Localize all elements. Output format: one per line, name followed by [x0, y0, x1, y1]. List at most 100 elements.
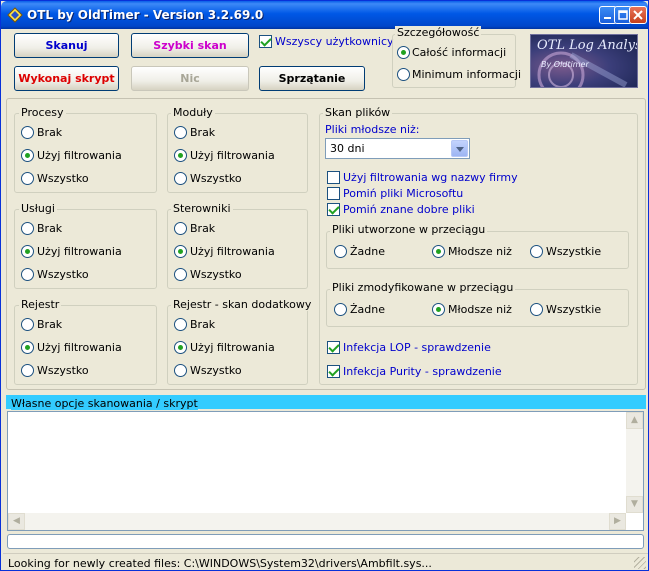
company-filter-label: Użyj filtrowania wg nazwy firmy [343, 171, 518, 184]
purity-check-label: Infekcja Purity - sprawdzenie [343, 365, 502, 378]
registry-none-label: Brak [37, 318, 63, 331]
logo-title: OTL Log Analysis [537, 38, 637, 53]
created-none-label: Żadne [350, 245, 385, 258]
modules-none-radio[interactable] [174, 126, 187, 139]
registry-extra-none-radio[interactable] [174, 318, 187, 331]
lop-check-checkbox[interactable] [327, 341, 340, 354]
modified-all-label: Wszystkie [546, 303, 602, 316]
created-younger-radio[interactable] [432, 245, 445, 258]
processes-filter-radio[interactable] [21, 149, 34, 162]
modules-title: Moduły [171, 106, 215, 119]
drivers-all-label: Wszystko [190, 268, 242, 281]
drivers-all-radio[interactable] [174, 268, 187, 281]
services-filter-radio[interactable] [21, 245, 34, 258]
registry-extra-filter-label: Użyj filtrowania [190, 341, 275, 354]
registry-extra-filter-radio[interactable] [174, 341, 187, 354]
skip-known-good-checkbox[interactable] [327, 203, 340, 216]
scroll-up-icon[interactable]: ▲ [626, 412, 643, 429]
modified-all-radio[interactable] [530, 303, 543, 316]
created-none-radio[interactable] [334, 245, 347, 258]
processes-title: Procesy [19, 106, 66, 119]
skip-microsoft-label: Pomiń pliki Microsoftu [343, 187, 464, 200]
processes-all-label: Wszystko [37, 172, 89, 185]
company-filter-checkbox[interactable] [327, 171, 340, 184]
detail-minimum-label: Minimum informacji [412, 68, 522, 81]
modified-none-radio[interactable] [334, 303, 347, 316]
registry-all-label: Wszystko [37, 364, 89, 377]
processes-none-radio[interactable] [21, 126, 34, 139]
window-title: OTL by OldTimer - Version 3.2.69.0 [27, 8, 264, 22]
skip-microsoft-checkbox[interactable] [327, 187, 340, 200]
title-bar: OTL by OldTimer - Version 3.2.69.0 [1, 1, 648, 29]
chevron-down-icon[interactable] [451, 140, 468, 157]
modified-younger-radio[interactable] [432, 303, 445, 316]
scroll-left-icon[interactable]: ◀ [8, 513, 25, 530]
logo-subtitle: By Oldtimer [541, 60, 589, 69]
detail-full-radio[interactable] [397, 46, 410, 59]
services-title: Usługi [19, 202, 57, 215]
quick-scan-button[interactable]: Szybki skan [131, 33, 249, 58]
modules-filter-radio[interactable] [174, 149, 187, 162]
modified-title: Pliki zmodyfikowane w przeciągu [330, 281, 516, 294]
purity-check-checkbox[interactable] [327, 365, 340, 378]
modules-filter-label: Użyj filtrowania [190, 149, 275, 162]
custom-scan-textarea[interactable]: ▲ ▼ ◀ ▶ [7, 411, 644, 531]
created-younger-label: Młodsze niż [448, 245, 512, 258]
modules-all-radio[interactable] [174, 172, 187, 185]
nothing-button[interactable]: Nic [131, 66, 249, 91]
services-all-radio[interactable] [21, 268, 34, 281]
detail-minimum-radio[interactable] [397, 68, 410, 81]
modified-none-label: Żadne [350, 303, 385, 316]
main-window: OTL by OldTimer - Version 3.2.69.0 Skanu… [0, 0, 649, 571]
younger-than-value: 30 dni [330, 142, 365, 155]
processes-all-radio[interactable] [21, 172, 34, 185]
drivers-filter-radio[interactable] [174, 245, 187, 258]
scroll-right-icon[interactable]: ▶ [609, 513, 626, 530]
otl-logo: OTL Log Analysis By Oldtimer [530, 34, 638, 88]
registry-filter-radio[interactable] [21, 341, 34, 354]
registry-none-radio[interactable] [21, 318, 34, 331]
registry-all-radio[interactable] [21, 364, 34, 377]
horizontal-scrollbar[interactable]: ◀ ▶ [8, 513, 626, 530]
file-scan-title: Skan plików [323, 106, 393, 119]
registry-extra-all-radio[interactable] [174, 364, 187, 377]
registry-filter-label: Użyj filtrowania [37, 341, 122, 354]
status-text: Looking for newly created files: C:\WIND… [8, 557, 432, 570]
detail-full-label: Całość informacji [412, 46, 507, 59]
status-bar: Looking for newly created files: C:\WIND… [3, 553, 648, 571]
scroll-down-icon[interactable]: ▼ [626, 496, 643, 513]
modules-none-label: Brak [190, 126, 216, 139]
modified-younger-label: Młodsze niż [448, 303, 512, 316]
services-none-label: Brak [37, 222, 63, 235]
services-none-radio[interactable] [21, 222, 34, 235]
all-users-checkbox[interactable] [259, 35, 272, 48]
vertical-scrollbar[interactable]: ▲ ▼ [626, 412, 643, 513]
processes-filter-label: Użyj filtrowania [37, 149, 122, 162]
scan-button[interactable]: Skanuj [14, 33, 119, 58]
run-script-button[interactable]: Wykonaj skrypt [14, 66, 119, 91]
drivers-filter-label: Użyj filtrowania [190, 245, 275, 258]
modules-all-label: Wszystko [190, 172, 242, 185]
drivers-none-radio[interactable] [174, 222, 187, 235]
younger-than-label: Pliki młodsze niż: [325, 123, 420, 136]
cleanup-button[interactable]: Sprzątanie [259, 66, 365, 91]
skip-known-good-label: Pomiń znane dobre pliki [343, 203, 475, 216]
close-icon [633, 10, 643, 20]
processes-none-label: Brak [37, 126, 63, 139]
custom-scan-title: Własne opcje skanowania / skrypt [11, 397, 198, 410]
created-title: Pliki utworzone w przeciągu [330, 223, 488, 236]
registry-title: Rejestr [19, 298, 62, 311]
services-all-label: Wszystko [37, 268, 89, 281]
younger-than-select[interactable]: 30 dni [325, 138, 470, 159]
resize-grip-icon[interactable] [634, 557, 646, 569]
drivers-title: Sterowniki [171, 202, 233, 215]
registry-extra-title: Rejestr - skan dodatkowy [171, 298, 314, 311]
all-users-label: Wszyscy użytkownicy [275, 35, 394, 48]
drivers-none-label: Brak [190, 222, 216, 235]
lop-check-label: Infekcja LOP - sprawdzenie [343, 341, 491, 354]
registry-extra-all-label: Wszystko [190, 364, 242, 377]
created-all-radio[interactable] [530, 245, 543, 258]
registry-extra-none-label: Brak [190, 318, 216, 331]
close-button[interactable] [629, 6, 647, 24]
created-all-label: Wszystkie [546, 245, 602, 258]
